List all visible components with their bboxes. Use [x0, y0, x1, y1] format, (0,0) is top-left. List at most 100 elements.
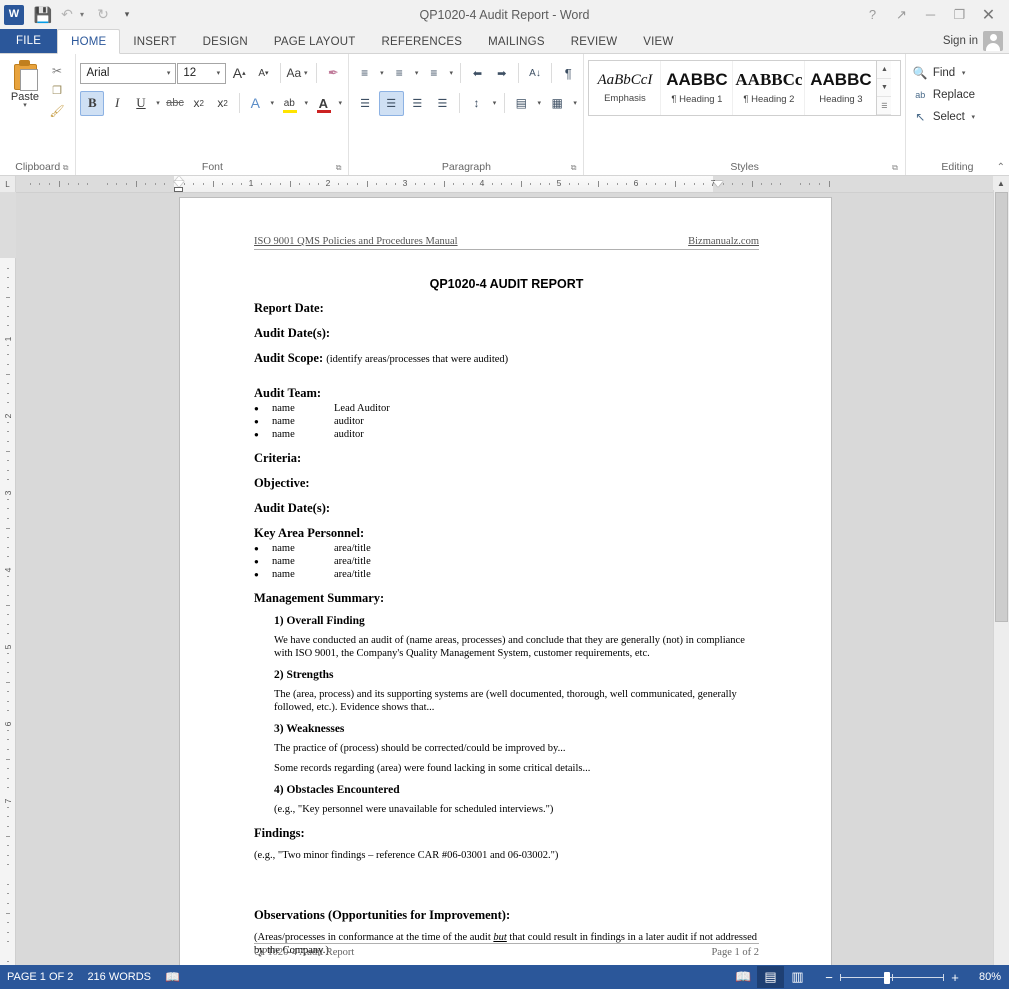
zoom-level[interactable]: 80%: [971, 971, 1001, 983]
tab-view[interactable]: VIEW: [630, 30, 686, 53]
select-chevron-down-icon[interactable]: ▾: [969, 113, 978, 121]
numbering-icon[interactable]: ≡: [388, 62, 410, 85]
numbering-chevron-down-icon[interactable]: ▾: [412, 69, 420, 77]
help-icon[interactable]: ?: [858, 3, 887, 27]
zoom-slider[interactable]: − +: [823, 970, 961, 985]
multilevel-chevron-down-icon[interactable]: ▾: [447, 69, 455, 77]
strikethrough-button[interactable]: abc: [164, 92, 186, 115]
format-painter-icon[interactable]: 🖌: [48, 102, 66, 119]
select-button[interactable]: ↖ Select ▾: [910, 106, 1005, 128]
increase-indent-icon[interactable]: ➡: [491, 62, 513, 85]
highlight-chevron-down-icon[interactable]: ▾: [302, 99, 310, 107]
italic-button[interactable]: I: [106, 92, 128, 115]
font-color-icon[interactable]: A: [312, 92, 334, 115]
document-page[interactable]: ISO 9001 QMS Policies and Procedures Man…: [180, 198, 831, 988]
shrink-font-icon[interactable]: A ▾: [252, 62, 274, 85]
undo-dropdown-icon[interactable]: ▾: [80, 10, 90, 19]
style-emphasis[interactable]: AaBbCcI Emphasis: [589, 61, 662, 115]
vertical-scrollbar-thumb[interactable]: [995, 192, 1008, 622]
shading-chevron-down-icon[interactable]: ▾: [535, 99, 544, 107]
style-heading-2[interactable]: AABBCс ¶ Heading 2: [733, 61, 806, 115]
multilevel-list-icon[interactable]: ≡: [423, 62, 445, 85]
replace-button[interactable]: ab Replace: [910, 84, 1005, 106]
tab-references[interactable]: REFERENCES: [369, 30, 476, 53]
sort-icon[interactable]: A↓: [524, 62, 546, 85]
bullets-icon[interactable]: ≡: [353, 62, 375, 85]
font-family-chevron-down-icon[interactable]: ▾: [164, 69, 174, 77]
paste-button[interactable]: Paste ▾: [4, 58, 46, 159]
redo-icon[interactable]: ↻: [92, 4, 114, 26]
document-body[interactable]: ISO 9001 QMS Policies and Procedures Man…: [254, 198, 759, 957]
align-right-icon[interactable]: ☰: [406, 92, 429, 115]
borders-chevron-down-icon[interactable]: ▾: [571, 99, 580, 107]
close-icon[interactable]: ✕: [974, 3, 1003, 27]
align-center-icon[interactable]: ☰: [378, 90, 404, 116]
copy-icon[interactable]: ❐: [48, 82, 66, 99]
left-indent-marker[interactable]: [174, 187, 183, 192]
style-heading-3[interactable]: AABBC Heading 3: [805, 61, 876, 115]
line-spacing-icon[interactable]: ↕: [465, 92, 488, 115]
style-heading-1[interactable]: AABBC ¶ Heading 1: [661, 61, 734, 115]
ribbon-display-options-icon[interactable]: ↗: [887, 3, 916, 27]
font-family-combo[interactable]: Arial ▾: [80, 62, 177, 84]
undo-icon[interactable]: ↶: [56, 4, 78, 26]
word-count[interactable]: 216 WORDS: [87, 971, 151, 983]
change-case-icon[interactable]: Aa ▾: [285, 62, 311, 85]
minimize-icon[interactable]: ─: [916, 3, 945, 27]
proofing-errors-icon[interactable]: 📖: [165, 970, 180, 984]
tab-page-layout[interactable]: PAGE LAYOUT: [261, 30, 369, 53]
cut-icon[interactable]: ✂: [48, 62, 66, 79]
shading-icon[interactable]: ▤: [510, 92, 533, 115]
subscript-button[interactable]: x2: [188, 92, 210, 115]
web-layout-view-icon[interactable]: ▥: [784, 966, 811, 988]
show-formatting-marks-icon[interactable]: ¶: [557, 62, 579, 85]
font-dialog-launcher-icon[interactable]: ⧉: [336, 163, 342, 173]
superscript-button[interactable]: x2: [212, 92, 234, 115]
vertical-ruler[interactable]: 1 2 3 4 5 6 7: [0, 192, 16, 989]
sign-in-area[interactable]: Sign in: [943, 31, 1009, 53]
styles-dialog-launcher-icon[interactable]: ⧉: [892, 163, 898, 173]
vertical-scrollbar[interactable]: ▲: [993, 176, 1009, 989]
text-effects-chevron-down-icon[interactable]: ▾: [268, 99, 276, 107]
tab-file[interactable]: FILE: [0, 29, 58, 53]
tab-insert[interactable]: INSERT: [120, 30, 189, 53]
right-indent-marker[interactable]: [713, 181, 723, 187]
find-button[interactable]: 🔍 Find ▾: [910, 62, 1005, 84]
tab-home[interactable]: HOME: [57, 29, 121, 54]
underline-chevron-down-icon[interactable]: ▾: [154, 99, 162, 107]
zoom-track[interactable]: [840, 971, 944, 984]
text-highlight-color-icon[interactable]: ab: [278, 92, 300, 115]
zoom-out-button[interactable]: −: [823, 970, 835, 985]
paste-dropdown-icon[interactable]: ▾: [23, 102, 27, 109]
avatar[interactable]: [983, 31, 1003, 51]
horizontal-ruler[interactable]: L 1234567: [0, 176, 993, 193]
zoom-in-button[interactable]: +: [949, 970, 961, 985]
bold-button[interactable]: B: [80, 90, 105, 116]
bullets-chevron-down-icon[interactable]: ▾: [378, 69, 386, 77]
decrease-indent-icon[interactable]: ⬅: [466, 62, 488, 85]
paragraph-dialog-launcher-icon[interactable]: ⧉: [571, 163, 577, 173]
font-color-chevron-down-icon[interactable]: ▾: [336, 99, 344, 107]
font-size-combo[interactable]: 12 ▾: [177, 62, 227, 84]
collapse-ribbon-icon[interactable]: ⌃: [997, 162, 1005, 173]
styles-more-icon[interactable]: ☰: [877, 97, 892, 115]
borders-icon[interactable]: ▦: [546, 92, 569, 115]
page-indicator[interactable]: PAGE 1 OF 2: [7, 971, 73, 983]
font-size-chevron-down-icon[interactable]: ▾: [214, 69, 224, 77]
print-layout-view-icon[interactable]: ▤: [757, 966, 784, 988]
styles-gallery[interactable]: AaBbCcI Emphasis AABBC ¶ Heading 1 AABBC…: [588, 60, 901, 116]
customize-quick-access-icon[interactable]: ▾: [116, 4, 138, 26]
clear-formatting-icon[interactable]: ✒: [322, 62, 344, 85]
find-chevron-down-icon[interactable]: ▾: [959, 69, 968, 77]
justify-icon[interactable]: ☰: [431, 92, 454, 115]
split-window-handle[interactable]: ▲: [993, 176, 1009, 190]
line-spacing-chevron-down-icon[interactable]: ▾: [490, 99, 499, 107]
zoom-slider-thumb[interactable]: [884, 972, 890, 984]
tab-design[interactable]: DESIGN: [190, 30, 261, 53]
horizontal-ruler-track[interactable]: 1234567: [16, 176, 993, 192]
tab-mailings[interactable]: MAILINGS: [475, 30, 558, 53]
save-icon[interactable]: 💾: [32, 4, 54, 26]
read-mode-view-icon[interactable]: 📖: [730, 966, 757, 988]
align-left-icon[interactable]: ☰: [353, 92, 376, 115]
text-effects-icon[interactable]: A: [244, 92, 266, 115]
